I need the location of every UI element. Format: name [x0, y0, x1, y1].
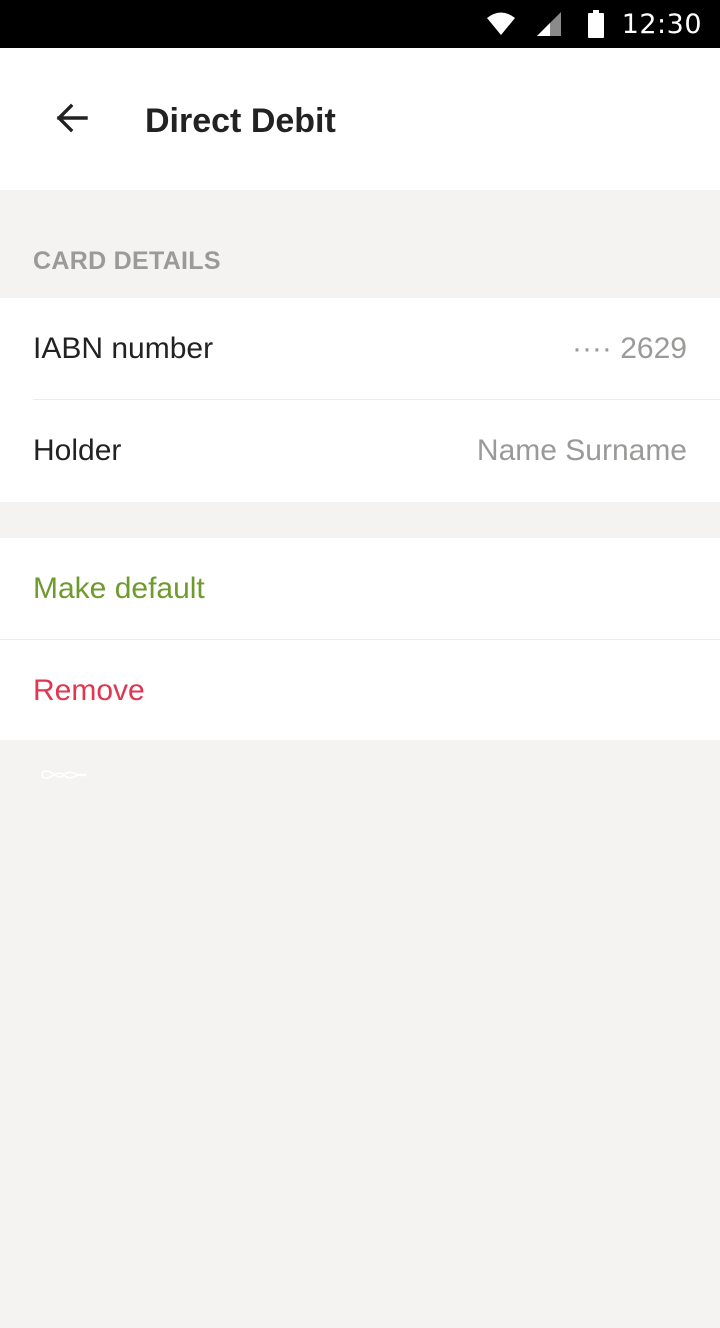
wifi-icon: [486, 9, 516, 39]
app-bar: Direct Debit: [0, 48, 720, 190]
make-default-label: Make default: [33, 572, 205, 605]
make-default-button[interactable]: Make default: [0, 538, 720, 639]
back-button[interactable]: [42, 90, 102, 150]
battery-icon: [587, 10, 604, 38]
status-bar: 12:30: [0, 0, 720, 48]
iban-value: ···· 2629: [571, 332, 687, 365]
page-title: Direct Debit: [145, 102, 336, 140]
iban-label: IABN number: [33, 332, 214, 365]
holder-row: Holder Name Surname: [0, 400, 720, 502]
holder-value: Name Surname: [476, 434, 687, 467]
section-header-card-details: CARD DETAILS: [33, 247, 221, 275]
card-details-group: IABN number ···· 2629 Holder Name Surnam…: [0, 298, 720, 502]
remove-label: Remove: [33, 674, 145, 707]
remove-button[interactable]: Remove: [0, 640, 720, 741]
holder-label: Holder: [33, 434, 122, 467]
status-icons: 12:30: [486, 0, 702, 48]
arrow-left-icon: [54, 100, 90, 141]
infinity-icon: [40, 766, 88, 784]
status-time: 12:30: [621, 8, 702, 40]
iban-row: IABN number ···· 2629: [0, 298, 720, 400]
actions-group: Make default Remove: [0, 538, 720, 740]
signal-icon: [536, 11, 562, 37]
